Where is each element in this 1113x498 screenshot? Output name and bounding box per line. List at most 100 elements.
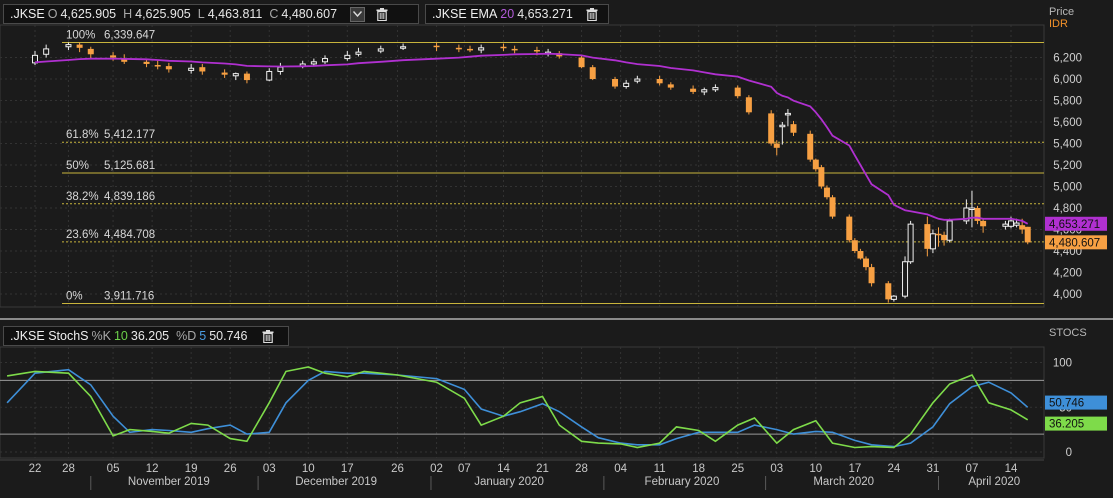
candle [851, 238, 858, 254]
candle-body [857, 251, 864, 259]
candle-body [701, 89, 708, 93]
candle-body [968, 207, 975, 210]
day-tick-label: 02 [430, 463, 443, 475]
currency-label: IDR [1049, 18, 1068, 30]
candle [768, 110, 775, 146]
candle-body [400, 46, 407, 49]
price-tick-label: 5,800 [1053, 96, 1082, 108]
candle-body [779, 124, 786, 128]
day-tick-label: 21 [536, 463, 549, 475]
price-tick-label: 5,200 [1053, 160, 1082, 172]
candle [868, 263, 875, 287]
fib-pct-label: 38.2% [66, 191, 99, 203]
candle-body [656, 79, 663, 84]
stoch-tick-label: 0 [1066, 447, 1072, 459]
candle-body [946, 220, 953, 241]
candle-body [433, 45, 440, 48]
candle-body [634, 78, 641, 82]
stoch-d-badge-text: 50.746 [1049, 398, 1084, 410]
day-tick-label: 03 [770, 463, 783, 475]
fib-pct-label: 61.8% [66, 129, 99, 141]
candle-body [885, 283, 892, 300]
price-tick-label: 5,400 [1053, 139, 1082, 151]
candle-body [846, 216, 853, 241]
candle [829, 195, 836, 219]
price-header: .JKSE O 4,625.905 H 4,625.905 L 4,463.81… [3, 4, 419, 24]
day-tick-label: 17 [848, 463, 861, 475]
price-tick-label: 4,800 [1053, 203, 1082, 215]
candle-body [511, 48, 518, 51]
candle-body [812, 159, 819, 170]
candle-body [154, 65, 161, 67]
candle [846, 214, 853, 243]
chevron-down-icon[interactable] [350, 6, 366, 22]
ticker-label: .JKSE [10, 7, 45, 21]
day-tick-label: 28 [62, 463, 75, 475]
candle-body [734, 87, 741, 97]
candle-body [829, 197, 836, 217]
candle-body [344, 54, 351, 60]
candle-body [110, 55, 117, 58]
candle-body [745, 97, 752, 113]
day-tick-label: 28 [575, 463, 588, 475]
day-tick-label: 19 [185, 463, 198, 475]
close-price-badge: 4,480.607 [1045, 235, 1107, 250]
candle [807, 130, 814, 162]
candle-body [87, 48, 94, 55]
fib-value-label: 5,125.681 [104, 160, 155, 172]
candle-body [1013, 222, 1020, 226]
candle-body [221, 72, 228, 75]
day-tick-label: 24 [887, 463, 900, 475]
candle [946, 218, 953, 243]
day-tick-label: 05 [107, 463, 120, 475]
fib-value-label: 6,339.647 [104, 29, 155, 41]
candle-body [980, 220, 987, 227]
candle [818, 165, 825, 189]
candle [745, 95, 752, 115]
month-label: April 2020 [968, 476, 1020, 488]
candle-body [712, 87, 719, 91]
candle-body [907, 223, 914, 263]
month-label: March 2020 [813, 476, 874, 488]
candle-body [165, 66, 172, 70]
day-tick-label: 25 [731, 463, 744, 475]
candle-body [902, 261, 909, 297]
fib-pct-label: 0% [66, 290, 83, 302]
candle [907, 220, 914, 264]
candle-body [589, 67, 596, 79]
day-tick-label: 22 [29, 463, 42, 475]
candle-body [941, 234, 948, 241]
candle-body [623, 82, 630, 88]
day-tick-label: 04 [614, 463, 627, 475]
day-tick-label: 26 [224, 463, 237, 475]
candle-body [667, 84, 674, 88]
trash-icon[interactable] [374, 6, 390, 22]
stoch-k-badge: 36.205 [1045, 416, 1107, 431]
candle [902, 256, 909, 299]
candle-body [1002, 223, 1009, 227]
candle-body [500, 46, 507, 49]
fib-value-label: 3,911.716 [104, 290, 154, 302]
month-label: January 2020 [474, 476, 544, 488]
candle-body [243, 73, 250, 81]
price-tick-label: 6,200 [1053, 53, 1082, 65]
low-value: 4,463.811 [207, 7, 263, 21]
open-value: 4,625.905 [60, 7, 117, 21]
stoch-d-value: 50.746 [209, 329, 248, 343]
fib-value-label: 4,839.186 [104, 191, 155, 203]
stoch-tick-label: 100 [1053, 358, 1072, 370]
candle [885, 281, 892, 303]
month-label: November 2019 [128, 476, 210, 488]
candle-body [277, 66, 284, 72]
candle-body [199, 67, 206, 72]
candle-body [818, 167, 825, 187]
day-tick-label: 31 [927, 463, 940, 475]
trash-icon[interactable] [586, 6, 599, 22]
candle-body [790, 124, 797, 133]
candle-body [807, 133, 814, 160]
ema-value-badge-text: 4,653.271 [1049, 219, 1100, 231]
fib-pct-label: 100% [66, 29, 95, 41]
trash-icon[interactable] [260, 328, 276, 344]
candle-body [478, 47, 485, 51]
day-tick-label: 18 [692, 463, 705, 475]
